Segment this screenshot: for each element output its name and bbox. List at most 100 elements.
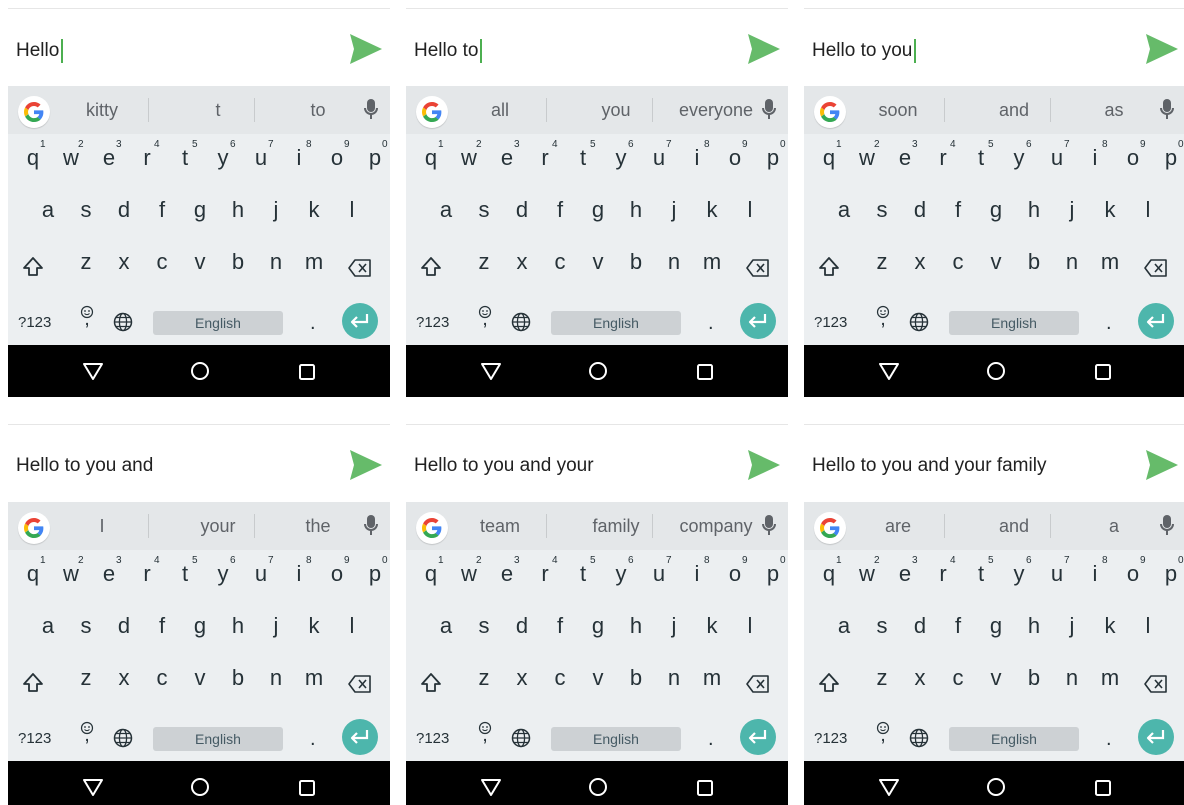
key-b[interactable]: b (1019, 249, 1049, 275)
message-input-row[interactable]: Hello to you and your (406, 432, 788, 502)
key-b[interactable]: b (223, 665, 253, 691)
key-n[interactable]: n (1057, 665, 1087, 691)
key-v[interactable]: v (981, 665, 1011, 691)
key-x[interactable]: x (905, 665, 935, 691)
backspace-key[interactable] (1144, 259, 1168, 282)
comma-key[interactable]: , (868, 724, 898, 747)
suggestion-2[interactable]: and (968, 100, 1060, 121)
key-f[interactable]: f (147, 613, 177, 639)
key-f[interactable]: f (943, 613, 973, 639)
nav-recents-button[interactable] (1094, 363, 1112, 386)
suggestion-1[interactable]: I (56, 516, 148, 537)
comma-key[interactable]: , (470, 724, 500, 747)
voice-input-button[interactable] (1160, 99, 1174, 126)
key-d[interactable]: d (905, 613, 935, 639)
send-button[interactable] (348, 448, 384, 482)
key-h[interactable]: h (1019, 613, 1049, 639)
backspace-key[interactable] (348, 259, 372, 282)
shift-key[interactable] (420, 256, 442, 283)
suggestion-1[interactable]: team (454, 516, 546, 537)
google-search-button[interactable] (416, 96, 448, 128)
nav-recents-button[interactable] (298, 363, 316, 386)
key-d[interactable]: d (109, 197, 139, 223)
key-d[interactable]: d (507, 197, 537, 223)
backspace-key[interactable] (746, 259, 770, 282)
key-h[interactable]: h (621, 197, 651, 223)
message-text-field[interactable]: Hello to you and your family (812, 455, 1046, 477)
nav-recents-button[interactable] (298, 779, 316, 802)
space-key[interactable]: English (551, 311, 681, 335)
suggestion-2[interactable]: you (570, 100, 662, 121)
space-key[interactable]: English (949, 727, 1079, 751)
key-d[interactable]: d (905, 197, 935, 223)
key-d[interactable]: d (109, 613, 139, 639)
key-m[interactable]: m (299, 665, 329, 691)
nav-home-button[interactable] (986, 777, 1006, 802)
symbols-key[interactable]: ?123 (18, 730, 51, 747)
key-m[interactable]: m (697, 665, 727, 691)
enter-key[interactable] (1138, 303, 1174, 339)
key-v[interactable]: v (981, 249, 1011, 275)
language-key[interactable] (909, 312, 929, 337)
enter-key[interactable] (342, 719, 378, 755)
period-key[interactable]: . (310, 312, 316, 335)
backspace-key[interactable] (348, 675, 372, 698)
send-button[interactable] (746, 32, 782, 66)
key-a[interactable]: a (431, 613, 461, 639)
key-h[interactable]: h (1019, 197, 1049, 223)
voice-input-button[interactable] (1160, 515, 1174, 542)
key-l[interactable]: l (337, 197, 367, 223)
key-l[interactable]: l (1133, 197, 1163, 223)
period-key[interactable]: . (1106, 728, 1112, 751)
key-b[interactable]: b (621, 249, 651, 275)
message-input-row[interactable]: Hello to (406, 16, 788, 86)
key-j[interactable]: j (261, 197, 291, 223)
key-g[interactable]: g (583, 197, 613, 223)
period-key[interactable]: . (1106, 312, 1112, 335)
message-input-row[interactable]: Hello (8, 16, 390, 86)
symbols-key[interactable]: ?123 (814, 314, 847, 331)
key-a[interactable]: a (431, 197, 461, 223)
voice-input-button[interactable] (364, 99, 378, 126)
key-s[interactable]: s (867, 197, 897, 223)
language-key[interactable] (511, 728, 531, 753)
backspace-key[interactable] (746, 675, 770, 698)
key-h[interactable]: h (223, 197, 253, 223)
key-k[interactable]: k (697, 197, 727, 223)
nav-back-button[interactable] (82, 777, 104, 802)
key-j[interactable]: j (659, 197, 689, 223)
key-m[interactable]: m (299, 249, 329, 275)
enter-key[interactable] (740, 719, 776, 755)
google-search-button[interactable] (416, 512, 448, 544)
key-s[interactable]: s (867, 613, 897, 639)
key-f[interactable]: f (545, 613, 575, 639)
key-g[interactable]: g (185, 613, 215, 639)
message-text-field[interactable]: Hello to (414, 39, 483, 63)
nav-recents-button[interactable] (1094, 779, 1112, 802)
nav-recents-button[interactable] (696, 779, 714, 802)
google-search-button[interactable] (814, 512, 846, 544)
message-text-field[interactable]: Hello (16, 39, 64, 63)
key-h[interactable]: h (621, 613, 651, 639)
nav-back-button[interactable] (480, 777, 502, 802)
suggestion-1[interactable]: kitty (56, 100, 148, 121)
nav-home-button[interactable] (190, 361, 210, 386)
key-m[interactable]: m (1095, 665, 1125, 691)
suggestion-1[interactable]: all (454, 100, 546, 121)
key-n[interactable]: n (659, 249, 689, 275)
key-z[interactable]: z (71, 249, 101, 275)
suggestion-2[interactable]: t (172, 100, 264, 121)
key-j[interactable]: j (1057, 197, 1087, 223)
period-key[interactable]: . (310, 728, 316, 751)
key-x[interactable]: x (109, 249, 139, 275)
key-x[interactable]: x (905, 249, 935, 275)
key-n[interactable]: n (261, 665, 291, 691)
key-a[interactable]: a (829, 613, 859, 639)
symbols-key[interactable]: ?123 (18, 314, 51, 331)
language-key[interactable] (113, 312, 133, 337)
symbols-key[interactable]: ?123 (814, 730, 847, 747)
nav-home-button[interactable] (986, 361, 1006, 386)
key-n[interactable]: n (1057, 249, 1087, 275)
suggestion-2[interactable]: family (570, 516, 662, 537)
key-h[interactable]: h (223, 613, 253, 639)
